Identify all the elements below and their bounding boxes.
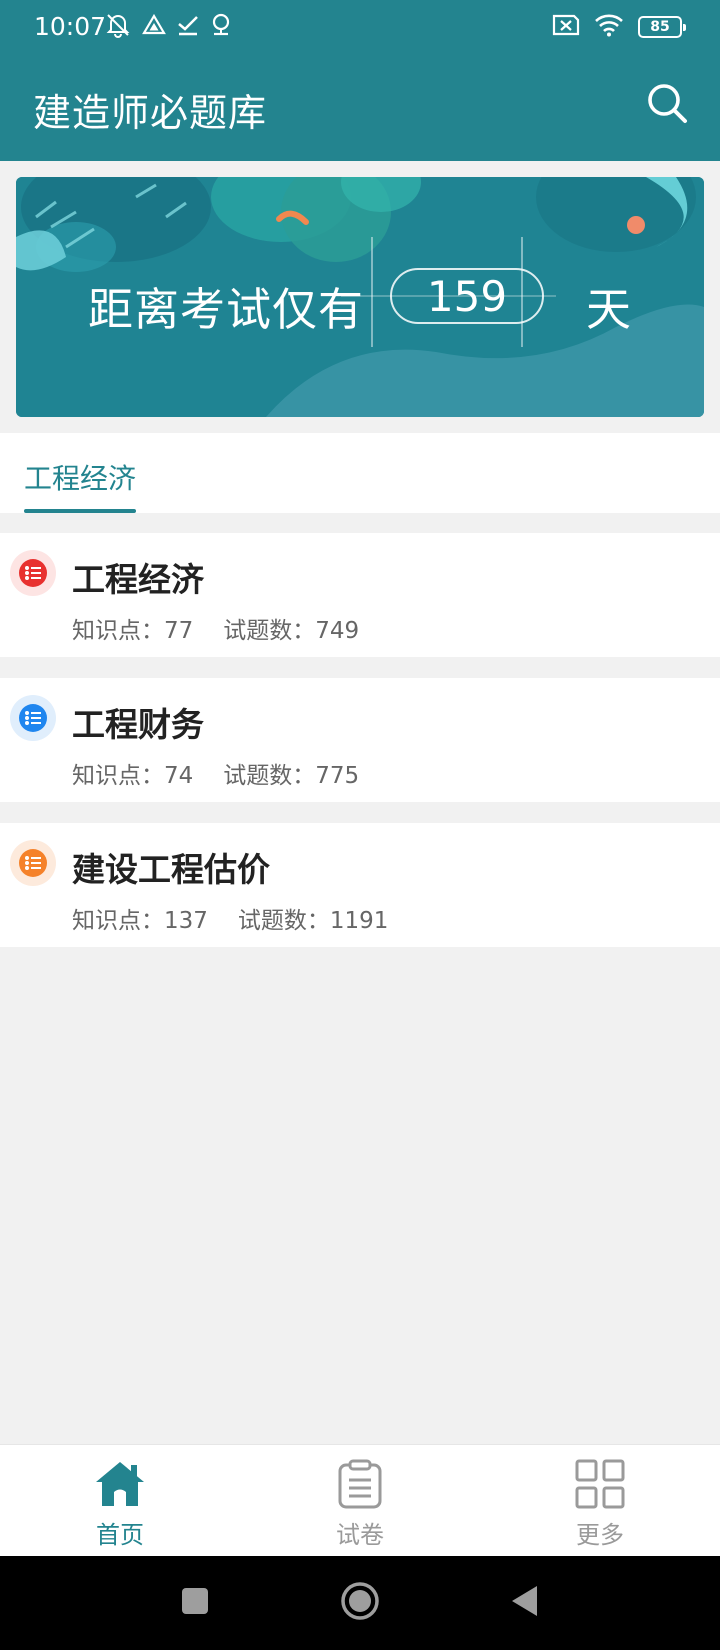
countdown-suffix: 天 [586, 283, 632, 336]
subject-tab-bar: 工程经济 [0, 433, 720, 513]
status-bar: 10:07 85 [0, 0, 720, 54]
system-navigation-bar [0, 1556, 720, 1650]
app-header: 10:07 85 建造师必题库 [0, 0, 720, 161]
knowledge-points: 知识点：77 [72, 618, 194, 644]
subject-meta: 知识点：74 试题数：775 [72, 756, 389, 790]
mute-icon [104, 12, 132, 42]
list-icon [10, 695, 56, 741]
wifi-icon [594, 13, 624, 41]
clipboard-icon [333, 1457, 387, 1511]
battery-icon: 85 [638, 16, 686, 38]
square-icon [180, 1586, 210, 1620]
back-triangle-icon [509, 1584, 541, 1622]
check-icon [176, 13, 200, 41]
nav-label: 更多 [576, 1521, 624, 1549]
status-time: 10:07 [34, 12, 107, 41]
countdown-prefix: 距离考试仅有 [88, 283, 365, 336]
home-button[interactable] [337, 1580, 383, 1626]
nav-home[interactable]: 首页 [40, 1457, 200, 1553]
tab-engineering-economics[interactable]: 工程经济 [24, 457, 136, 497]
nav-label: 首页 [96, 1521, 144, 1549]
nav-more[interactable]: 更多 [520, 1457, 680, 1553]
subject-meta: 知识点：77 试题数：749 [72, 611, 389, 645]
home-icon [93, 1457, 147, 1511]
subject-title: 工程经济 [72, 560, 204, 599]
status-right-icons: 85 [552, 12, 686, 42]
nav-label: 试卷 [336, 1521, 384, 1549]
knowledge-points: 知识点：74 [72, 763, 194, 789]
back-button[interactable] [502, 1580, 548, 1626]
subject-meta: 知识点：137 试题数：1191 [72, 901, 418, 935]
knowledge-points: 知识点：137 [72, 908, 208, 934]
list-icon [10, 840, 56, 886]
list-item[interactable]: 建设工程估价 知识点：137 试题数：1191 [0, 823, 720, 947]
list-item[interactable]: 工程经济 知识点：77 试题数：749 [0, 533, 720, 657]
sim-off-icon [552, 14, 580, 40]
list-item[interactable]: 工程财务 知识点：74 试题数：775 [0, 678, 720, 802]
subject-list: 工程经济 知识点：77 试题数：749 工程财务 知识点：74 试题数：775 … [0, 533, 720, 968]
exam-countdown-banner[interactable]: 距离考试仅有 159 天 [16, 177, 704, 417]
circle-icon [340, 1581, 380, 1625]
question-count: 试题数：775 [223, 763, 360, 789]
question-count: 试题数：1191 [237, 908, 389, 934]
bottom-navigation: 首页 试卷 更多 [0, 1444, 720, 1556]
subject-title: 建设工程估价 [72, 850, 270, 889]
tab-active-indicator [24, 509, 136, 513]
battery-level: 85 [650, 19, 670, 35]
grid-icon [573, 1457, 627, 1511]
search-button[interactable] [644, 82, 690, 128]
countdown-days: 159 [390, 268, 544, 324]
location-icon [210, 12, 232, 42]
question-count: 试题数：749 [223, 618, 360, 644]
status-left-icons [104, 12, 232, 42]
nav-papers[interactable]: 试卷 [280, 1457, 440, 1553]
search-icon [645, 81, 689, 129]
app-title: 建造师必题库 [33, 91, 268, 135]
subject-title: 工程财务 [72, 705, 204, 744]
recent-apps-button[interactable] [172, 1580, 218, 1626]
list-icon [10, 550, 56, 596]
drive-icon [142, 13, 166, 41]
